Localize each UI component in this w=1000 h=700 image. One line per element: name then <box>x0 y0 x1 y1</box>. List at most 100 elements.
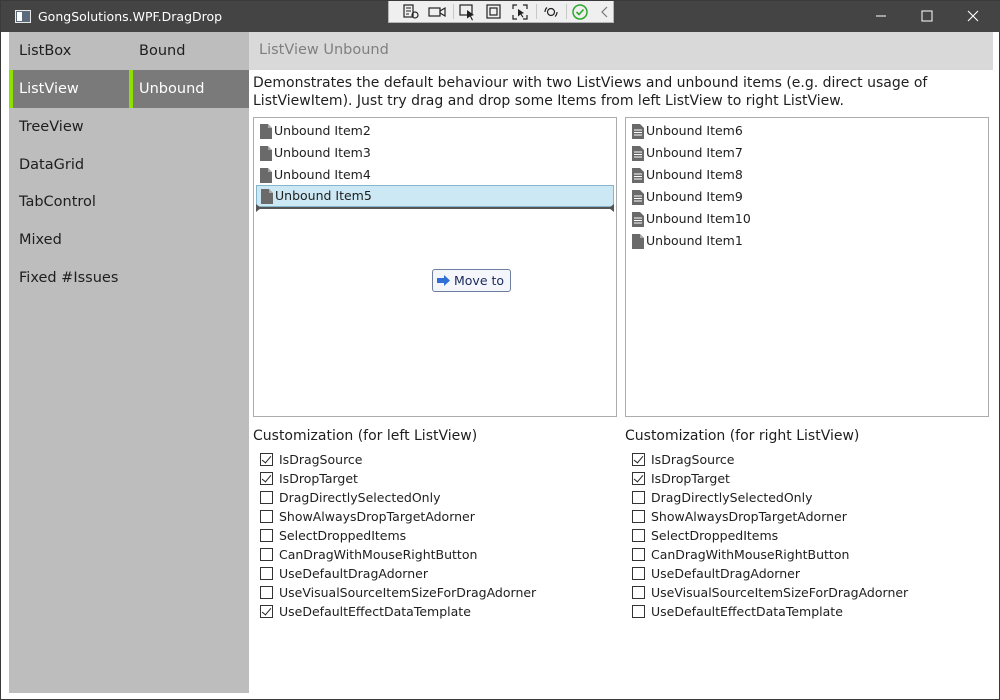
list-item[interactable]: Unbound Item4 <box>256 164 614 186</box>
option-is-drag-source-right[interactable]: IsDragSource <box>625 450 989 469</box>
nav-item-treeview[interactable]: TreeView <box>9 108 129 146</box>
list-item-label: Unbound Item5 <box>275 188 372 203</box>
checkmark-icon[interactable] <box>570 3 590 21</box>
list-item[interactable]: Unbound Item9 <box>628 186 986 208</box>
document-text-icon <box>632 168 644 183</box>
nav-item-fixed-issues[interactable]: Fixed #Issues <box>9 259 129 297</box>
customization-left-title: Customization (for left ListView) <box>253 428 478 444</box>
option-use-visual-source-item-size-right[interactable]: UseVisualSourceItemSizeForDragAdorner <box>625 583 989 602</box>
checkbox[interactable] <box>632 510 645 523</box>
list-item-label: Unbound Item2 <box>274 123 371 138</box>
option-show-always-drop-target-adorner-left[interactable]: ShowAlwaysDropTargetAdorner <box>253 507 617 526</box>
drag-effect-adorner: Move to <box>432 269 512 292</box>
option-can-drag-with-mouse-right-button-left[interactable]: CanDragWithMouseRightButton <box>253 545 617 564</box>
document-text-icon <box>632 212 644 227</box>
option-can-drag-with-mouse-right-button-right[interactable]: CanDragWithMouseRightButton <box>625 545 989 564</box>
list-item-label: Unbound Item6 <box>646 123 743 138</box>
checkbox[interactable] <box>632 586 645 599</box>
checkbox[interactable] <box>260 567 273 580</box>
list-item-label: Unbound Item1 <box>646 233 743 248</box>
option-is-drag-source-left[interactable]: IsDragSource <box>253 450 617 469</box>
document-text-icon <box>632 146 644 161</box>
checkbox[interactable] <box>260 605 273 618</box>
option-show-always-drop-target-adorner-right[interactable]: ShowAlwaysDropTargetAdorner <box>625 507 989 526</box>
checkbox[interactable] <box>632 529 645 542</box>
option-is-drop-target-left[interactable]: IsDropTarget <box>253 469 617 488</box>
checkbox[interactable] <box>260 586 273 599</box>
close-button[interactable] <box>950 1 996 32</box>
list-item-label: Unbound Item9 <box>646 189 743 204</box>
document-icon <box>632 234 644 249</box>
nav-item-tabcontrol[interactable]: TabControl <box>9 183 129 221</box>
checkbox[interactable] <box>260 472 273 485</box>
list-item[interactable]: Unbound Item1 <box>628 230 986 252</box>
checkbox[interactable] <box>260 548 273 561</box>
option-select-dropped-items-left[interactable]: SelectDroppedItems <box>253 526 617 545</box>
checkbox[interactable] <box>260 529 273 542</box>
hot-reload-icon[interactable] <box>541 3 561 21</box>
camera-icon[interactable] <box>427 3 447 21</box>
option-label: UseDefaultDragAdorner <box>651 566 800 581</box>
app-window: GongSolutions.WPF.DragDrop ListBox ListV… <box>0 0 1000 700</box>
list-item-selected[interactable]: Unbound Item5 <box>256 185 614 207</box>
list-item-label: Unbound Item8 <box>646 167 743 182</box>
checkbox[interactable] <box>260 491 273 504</box>
option-drag-directly-selected-only-left[interactable]: DragDirectlySelectedOnly <box>253 488 617 507</box>
customization-right-title: Customization (for right ListView) <box>625 428 860 444</box>
page-description: Demonstrates the default behaviour with … <box>253 75 928 109</box>
list-item[interactable]: Unbound Item7 <box>628 142 986 164</box>
option-use-default-effect-data-template-right[interactable]: UseDefaultEffectDataTemplate <box>625 602 989 621</box>
option-use-visual-source-item-size-left[interactable]: UseVisualSourceItemSizeForDragAdorner <box>253 583 617 602</box>
minimize-button[interactable] <box>858 1 904 32</box>
nav-item-listbox[interactable]: ListBox <box>9 32 129 70</box>
nav-item-listview[interactable]: ListView <box>9 70 129 108</box>
maximize-button[interactable] <box>904 1 950 32</box>
drag-effect-label: Move to <box>454 273 505 288</box>
option-drag-directly-selected-only-right[interactable]: DragDirectlySelectedOnly <box>625 488 989 507</box>
document-text-icon <box>632 190 644 205</box>
checkbox[interactable] <box>632 491 645 504</box>
track-focus-icon[interactable] <box>510 3 530 21</box>
checkbox[interactable] <box>632 472 645 485</box>
option-label: UseDefaultEffectDataTemplate <box>651 604 843 619</box>
nav-subitem-bound[interactable]: Bound <box>129 32 249 70</box>
checkbox[interactable] <box>632 548 645 561</box>
nav-subitem-unbound[interactable]: Unbound <box>129 70 249 108</box>
customization-left-panel: Customization (for left ListView) IsDrag… <box>253 428 617 621</box>
title-bar[interactable]: GongSolutions.WPF.DragDrop <box>1 1 1000 32</box>
option-label: SelectDroppedItems <box>651 528 779 543</box>
nav-item-datagrid[interactable]: DataGrid <box>9 146 129 184</box>
left-listview[interactable]: Unbound Item2 Unbound Item3 Unbound Item… <box>253 117 617 417</box>
select-element-icon[interactable] <box>458 3 478 21</box>
option-is-drop-target-right[interactable]: IsDropTarget <box>625 469 989 488</box>
live-visual-tree-icon[interactable] <box>401 3 421 21</box>
list-item-label: Unbound Item7 <box>646 145 743 160</box>
main-content: ListView Unbound Demonstrates the defaul… <box>249 32 993 693</box>
option-select-dropped-items-right[interactable]: SelectDroppedItems <box>625 526 989 545</box>
list-item-label: Unbound Item3 <box>274 145 371 160</box>
checkbox[interactable] <box>632 453 645 466</box>
list-item[interactable]: Unbound Item8 <box>628 164 986 186</box>
list-item[interactable]: Unbound Item6 <box>628 120 986 142</box>
list-item[interactable]: Unbound Item2 <box>256 120 614 142</box>
checkbox[interactable] <box>260 453 273 466</box>
document-text-icon <box>632 124 644 139</box>
list-item[interactable]: Unbound Item3 <box>256 142 614 164</box>
list-item[interactable]: Unbound Item10 <box>628 208 986 230</box>
display-layout-adorners-icon[interactable] <box>484 3 504 21</box>
option-label: IsDropTarget <box>651 471 730 486</box>
collapse-chevron-icon[interactable] <box>595 3 615 21</box>
customization-right-panel: Customization (for right ListView) IsDra… <box>625 428 989 621</box>
checkbox[interactable] <box>260 510 273 523</box>
checkbox[interactable] <box>632 567 645 580</box>
option-use-default-effect-data-template-left[interactable]: UseDefaultEffectDataTemplate <box>253 602 617 621</box>
right-listview[interactable]: Unbound Item6 Unbound Item7 Unbound Item… <box>625 117 989 417</box>
option-use-default-drag-adorner-left[interactable]: UseDefaultDragAdorner <box>253 564 617 583</box>
nav-item-mixed[interactable]: Mixed <box>9 221 129 259</box>
option-label: DragDirectlySelectedOnly <box>651 490 813 505</box>
option-use-default-drag-adorner-right[interactable]: UseDefaultDragAdorner <box>625 564 989 583</box>
navigation-panel: ListBox ListView TreeView DataGrid TabCo… <box>9 32 249 693</box>
close-icon <box>967 10 979 22</box>
option-label: IsDragSource <box>651 452 735 467</box>
checkbox[interactable] <box>632 605 645 618</box>
